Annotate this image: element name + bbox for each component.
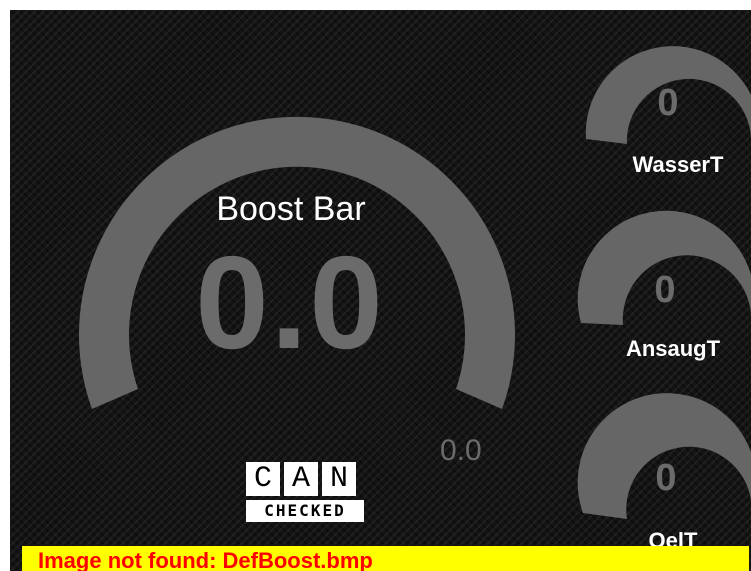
logo-subtitle: CHECKED bbox=[246, 500, 364, 522]
boost-gauge-value: 0.0 bbox=[195, 229, 385, 376]
oelt-value: 0 bbox=[655, 457, 677, 499]
logo-letters: C A N bbox=[246, 462, 356, 498]
wassert-label: WasserT bbox=[632, 152, 724, 177]
boost-secondary-value: 0.0 bbox=[440, 434, 482, 467]
can-checked-logo: C A N CHECKED bbox=[246, 462, 364, 524]
error-message: Image not found: DefBoost.bmp bbox=[38, 548, 373, 571]
boost-gauge-title: Boost Bar bbox=[216, 190, 366, 228]
wassert-value: 0 bbox=[657, 82, 679, 124]
screen: Boost Bar 0.0 0.0 0 WasserT 0 AnsaugT 0 … bbox=[0, 0, 751, 571]
logo-letter: N bbox=[322, 462, 356, 496]
logo-letter: A bbox=[284, 462, 318, 496]
logo-letter: C bbox=[246, 462, 280, 496]
ansaugt-value: 0 bbox=[654, 269, 676, 311]
dashboard-display: Boost Bar 0.0 0.0 0 WasserT 0 AnsaugT 0 … bbox=[10, 10, 751, 571]
error-banner: Image not found: DefBoost.bmp bbox=[22, 546, 749, 571]
ansaugt-label: AnsaugT bbox=[625, 336, 721, 361]
